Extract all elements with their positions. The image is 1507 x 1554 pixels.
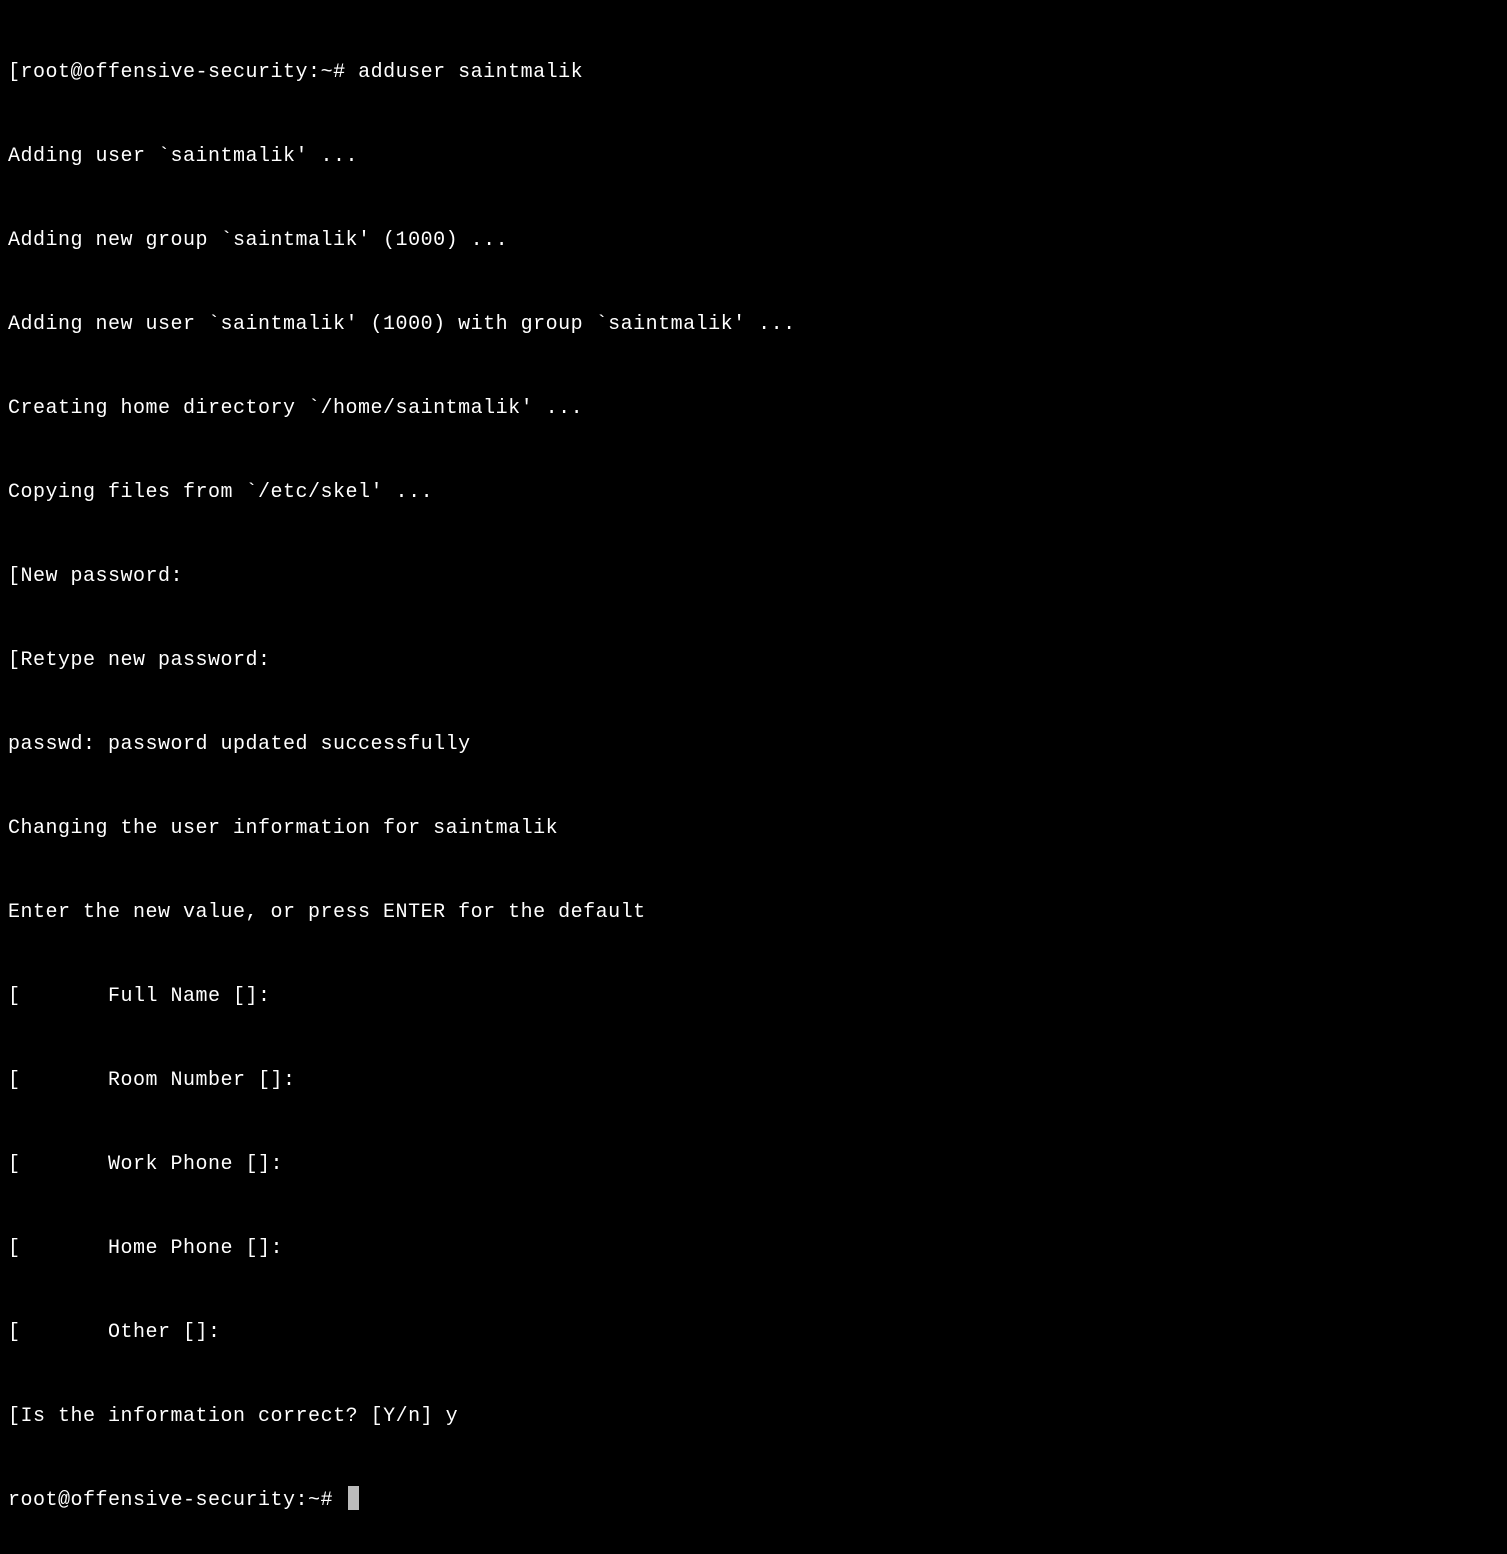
bracket: [ <box>8 1237 21 1260</box>
text: Is the information correct? [Y/n] <box>21 1405 446 1428</box>
text: Other []: <box>108 1321 221 1344</box>
text: Retype new password: <box>21 649 271 672</box>
output-line: Creating home directory `/home/saintmali… <box>8 388 1499 430</box>
text: New password: <box>21 565 184 588</box>
text: Room Number []: <box>108 1069 296 1092</box>
user-input: y <box>446 1405 459 1428</box>
field-roomnumber: [ Room Number []: <box>8 1060 1499 1102</box>
bracket: [ <box>8 649 21 672</box>
output-line: Enter the new value, or press ENTER for … <box>8 892 1499 934</box>
terminal-output[interactable]: [root@offensive-security:~# adduser sain… <box>8 10 1499 1554</box>
confirmation-prompt: [Is the information correct? [Y/n] y <box>8 1396 1499 1438</box>
text: Home Phone []: <box>108 1237 283 1260</box>
password-prompt: [New password: <box>8 556 1499 598</box>
output-line: Copying files from `/etc/skel' ... <box>8 472 1499 514</box>
password-retype-prompt: [Retype new password: <box>8 640 1499 682</box>
bracket: [ <box>8 1069 21 1092</box>
shell-prompt: root@offensive-security:~# <box>21 61 359 84</box>
shell-prompt-ready: root@offensive-security:~# <box>8 1480 1499 1522</box>
cursor-icon <box>348 1486 359 1510</box>
output-line: Changing the user information for saintm… <box>8 808 1499 850</box>
bracket: [ <box>8 1153 21 1176</box>
output-line: passwd: password updated successfully <box>8 724 1499 766</box>
field-workphone: [ Work Phone []: <box>8 1144 1499 1186</box>
output-line: Adding new group `saintmalik' (1000) ... <box>8 220 1499 262</box>
text: Work Phone []: <box>108 1153 283 1176</box>
bracket: [ <box>8 1405 21 1428</box>
command-text: adduser saintmalik <box>358 61 583 84</box>
shell-prompt: root@offensive-security:~# <box>8 1489 346 1512</box>
text: Full Name []: <box>108 985 271 1008</box>
output-line: Adding user `saintmalik' ... <box>8 136 1499 178</box>
bracket: [ <box>8 565 21 588</box>
bracket: [ <box>8 61 21 84</box>
bracket: [ <box>8 985 21 1008</box>
command-line: [root@offensive-security:~# adduser sain… <box>8 52 1499 94</box>
output-line: Adding new user `saintmalik' (1000) with… <box>8 304 1499 346</box>
field-fullname: [ Full Name []: <box>8 976 1499 1018</box>
field-homephone: [ Home Phone []: <box>8 1228 1499 1270</box>
field-other: [ Other []: <box>8 1312 1499 1354</box>
bracket: [ <box>8 1321 21 1344</box>
